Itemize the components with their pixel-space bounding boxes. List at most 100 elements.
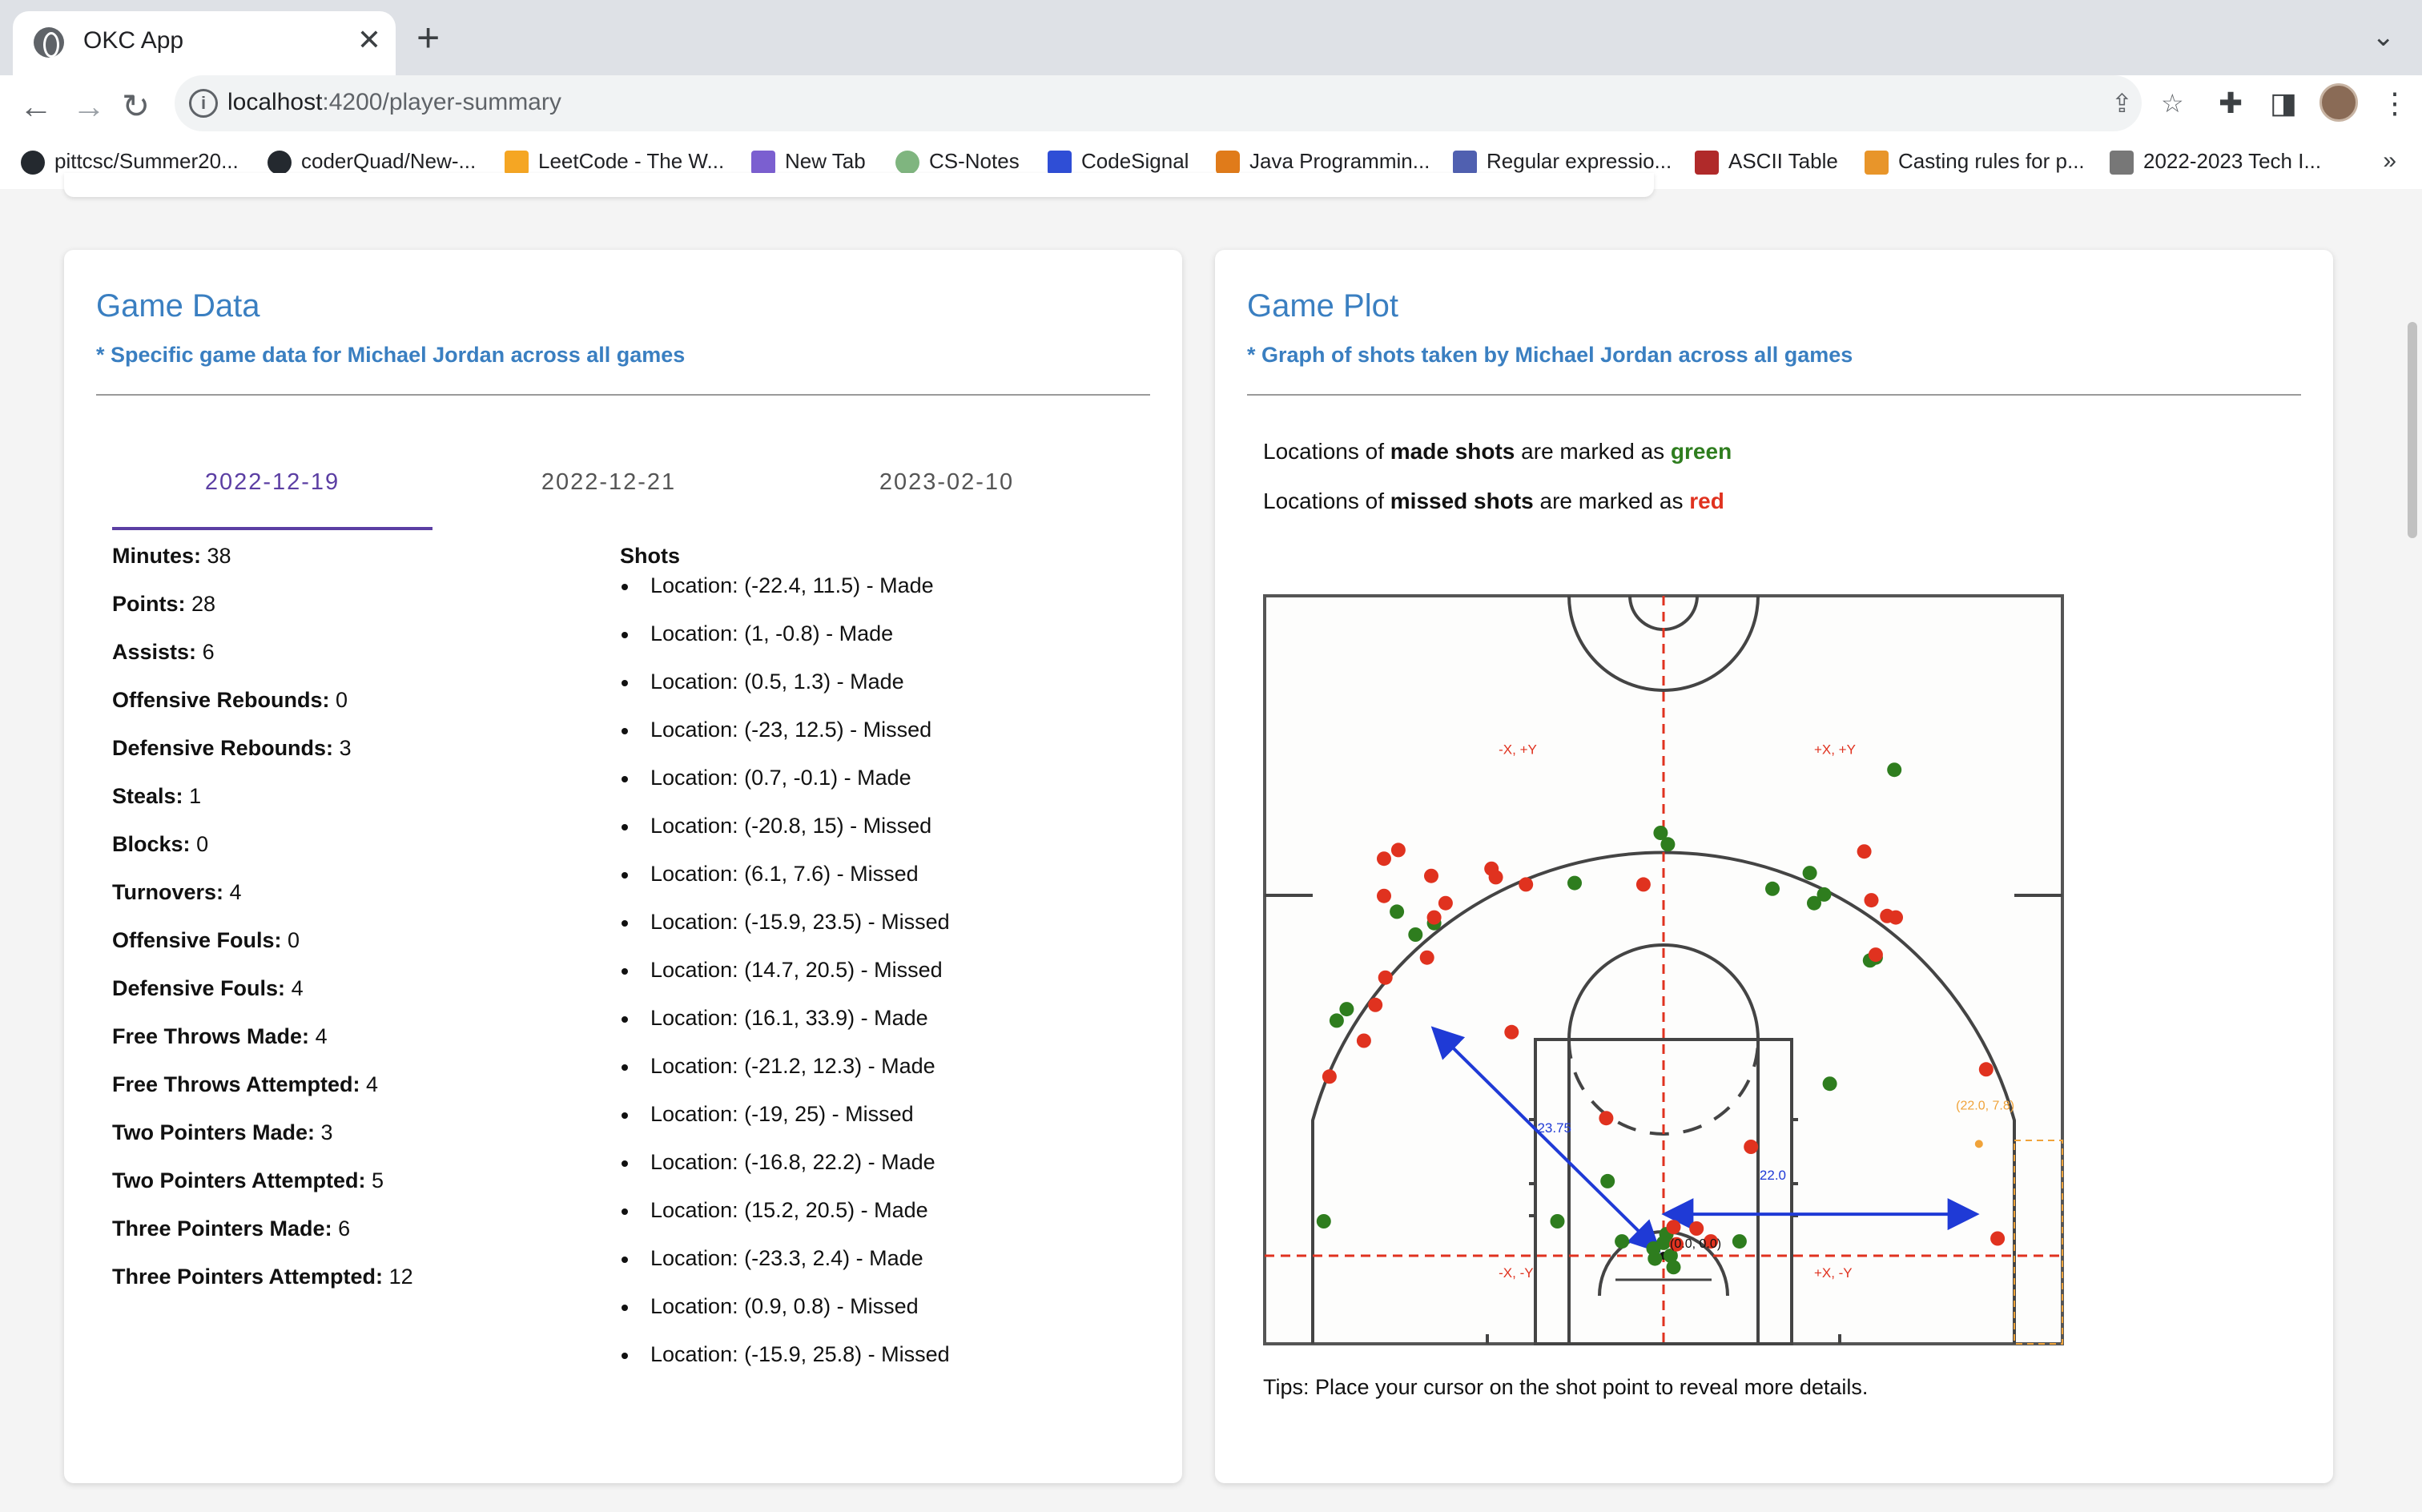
missed-shot-point[interactable] — [1880, 908, 1895, 923]
stat-row: Defensive Fouls: 4 — [112, 976, 304, 1000]
made-shot-point[interactable] — [1666, 1260, 1681, 1275]
missed-shot-point[interactable] — [1857, 844, 1872, 859]
game-data-subtitle: * Specific game data for Michael Jordan … — [96, 343, 686, 367]
missed-shot-point[interactable] — [1519, 877, 1534, 892]
bookmark-item[interactable]: New Tab — [751, 149, 866, 175]
github-icon — [21, 151, 45, 175]
missed-shot-point[interactable] — [1744, 1140, 1759, 1154]
stackoverflow-icon — [1865, 151, 1889, 175]
list-item: Location: (-16.8, 22.2) - Made — [620, 1150, 950, 1198]
bookmark-item[interactable]: LeetCode - The W... — [505, 149, 724, 175]
missed-shot-point[interactable] — [1864, 893, 1879, 908]
stat-row: Two Pointers Made: 3 — [112, 1120, 333, 1144]
missed-shot-point[interactable] — [1322, 1069, 1337, 1084]
corner-point — [1974, 1140, 1983, 1148]
made-shot-point[interactable] — [1567, 875, 1582, 891]
missed-shot-point[interactable] — [1868, 947, 1883, 963]
list-item: Location: (-15.9, 25.8) - Missed — [620, 1342, 950, 1390]
bookmark-star-icon[interactable]: ☆ — [2161, 88, 2184, 119]
made-shot-point[interactable] — [1765, 881, 1780, 896]
missed-shot-point[interactable] — [1378, 970, 1393, 985]
game-plot-subtitle: * Graph of shots taken by Michael Jordan… — [1247, 343, 1853, 367]
share-icon[interactable]: ⇪ — [2111, 88, 2133, 119]
missed-shot-point[interactable] — [1419, 950, 1434, 965]
leetcode-icon — [505, 151, 529, 175]
missed-shot-point[interactable] — [1426, 910, 1442, 925]
new-tab-icon[interactable]: + — [416, 18, 440, 58]
made-shot-point[interactable] — [1550, 1214, 1565, 1228]
list-item: Location: (0.9, 0.8) - Missed — [620, 1294, 950, 1342]
missed-shot-point[interactable] — [1356, 1033, 1371, 1048]
bookmark-item[interactable]: Java Programmin... — [1216, 149, 1430, 175]
stat-row: Offensive Fouls: 0 — [112, 928, 300, 952]
scrollbar-thumb[interactable] — [2408, 322, 2417, 538]
missed-shot-point[interactable] — [1635, 877, 1651, 892]
missed-shot-point[interactable] — [1377, 851, 1391, 867]
missed-shot-point[interactable] — [1689, 1221, 1704, 1236]
bookmark-item[interactable]: coderQuad/New-... — [268, 149, 476, 175]
made-shot-point[interactable] — [1316, 1214, 1331, 1228]
bookmark-item[interactable]: CodeSignal — [1048, 149, 1189, 175]
regex-icon — [1453, 151, 1477, 175]
missed-shot-point[interactable] — [1488, 870, 1503, 885]
tab-2023-02-10[interactable]: 2023-02-10 — [787, 458, 1107, 530]
missed-shot-point[interactable] — [1666, 1220, 1681, 1235]
missed-shot-point[interactable] — [1978, 1062, 1994, 1077]
made-shot-point[interactable] — [1660, 837, 1676, 852]
made-shot-point[interactable] — [1648, 1251, 1663, 1266]
tab-2022-12-21[interactable]: 2022-12-21 — [449, 458, 769, 530]
origin-label: (0.0, 0.0) — [1670, 1237, 1721, 1251]
bookmarks-overflow-icon[interactable]: » — [2383, 147, 2396, 175]
made-shot-point[interactable] — [1615, 1234, 1630, 1249]
bookmark-item[interactable]: ASCII Table — [1695, 149, 1838, 175]
game-date-tabs: 2022-12-19 2022-12-21 2023-02-10 — [112, 458, 1124, 530]
stat-row: Two Pointers Attempted: 5 — [112, 1168, 384, 1192]
made-shot-point[interactable] — [1408, 927, 1423, 942]
forward-arrow-icon[interactable]: → — [72, 85, 106, 128]
missed-shot-point[interactable] — [1377, 888, 1391, 903]
browser-tab[interactable]: OKC App ✕ — [13, 11, 396, 75]
made-shot-point[interactable] — [1600, 1173, 1615, 1188]
made-shot-point[interactable] — [1390, 904, 1405, 919]
made-shot-point[interactable] — [1802, 866, 1817, 881]
missed-shot-point[interactable] — [1599, 1111, 1614, 1126]
page-content: Game Data * Specific game data for Micha… — [0, 173, 2422, 1512]
browser-tab-bar: OKC App ✕ + ⌄ — [0, 0, 2422, 75]
bookmark-item[interactable]: CS-Notes — [895, 149, 1020, 175]
missed-shot-point[interactable] — [1438, 895, 1453, 911]
missed-shot-point[interactable] — [1990, 1231, 2006, 1246]
made-shot-point[interactable] — [1329, 1013, 1344, 1028]
bookmark-item[interactable]: Regular expressio... — [1453, 149, 1672, 175]
bookmark-item[interactable]: Casting rules for p... — [1865, 149, 2085, 175]
profile-avatar[interactable] — [2319, 83, 2358, 122]
missed-shot-point[interactable] — [1424, 868, 1438, 883]
menu-kebab-icon[interactable]: ⋮ — [2380, 75, 2409, 131]
corner-distance-label: 22.0 — [1760, 1168, 1786, 1183]
back-arrow-icon[interactable]: ← — [19, 85, 53, 128]
ascii-table-icon — [1695, 151, 1719, 175]
address-bar[interactable]: i localhost:4200/player-summary ⇪ ☆ — [175, 75, 2184, 131]
tab-close-icon[interactable]: ✕ — [357, 24, 381, 56]
made-shot-point[interactable] — [1656, 1235, 1671, 1250]
made-shot-point[interactable] — [1807, 895, 1821, 911]
stat-row: Assists: 6 — [112, 640, 215, 664]
url-text[interactable]: localhost:4200/player-summary — [227, 89, 561, 116]
reload-icon[interactable]: ↻ — [122, 85, 150, 128]
tab-search-chevron-icon[interactable]: ⌄ — [2372, 21, 2396, 53]
made-shot-point[interactable] — [1822, 1076, 1837, 1092]
made-shot-point[interactable] — [1732, 1234, 1747, 1249]
missed-shot-point[interactable] — [1390, 842, 1406, 858]
side-panel-icon[interactable]: ◨ — [2270, 75, 2297, 131]
tab-2022-12-19[interactable]: 2022-12-19 — [112, 458, 432, 530]
made-shot-point[interactable] — [1887, 762, 1902, 778]
site-info-icon[interactable]: i — [189, 89, 218, 118]
list-item: Location: (6.1, 7.6) - Missed — [620, 862, 950, 910]
made-shot-point[interactable] — [1339, 1002, 1354, 1017]
extensions-puzzle-icon[interactable]: ✚ — [2219, 75, 2243, 131]
game-plot-title: Game Plot — [1247, 288, 1398, 324]
bookmark-item[interactable]: 2022-2023 Tech I... — [2110, 149, 2321, 175]
list-item: Location: (0.5, 1.3) - Made — [620, 670, 950, 718]
bookmark-item[interactable]: pittcsc/Summer20... — [21, 149, 239, 175]
missed-shot-point[interactable] — [1368, 997, 1383, 1012]
missed-shot-point[interactable] — [1504, 1024, 1519, 1040]
